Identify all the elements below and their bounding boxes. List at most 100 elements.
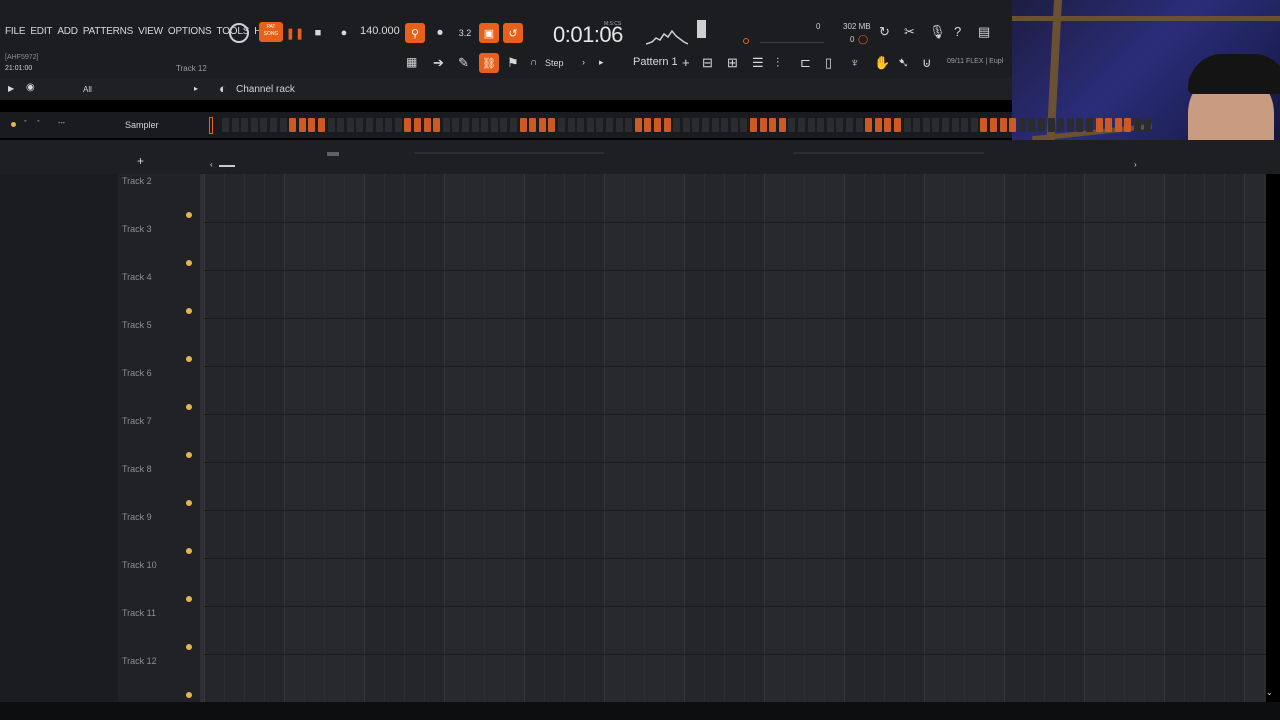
stamp-icon[interactable]: ⚑: [507, 55, 519, 71]
add-pattern-icon[interactable]: +: [682, 55, 690, 70]
menu-file[interactable]: FILE: [5, 26, 26, 37]
step-button[interactable]: [241, 118, 249, 132]
step-button[interactable]: [337, 118, 345, 132]
step-button[interactable]: [538, 118, 546, 132]
step-button[interactable]: [404, 118, 412, 132]
step-button[interactable]: [903, 118, 911, 132]
step-button[interactable]: [855, 118, 863, 132]
step-button[interactable]: [961, 118, 969, 132]
step-button[interactable]: [663, 118, 671, 132]
step-button[interactable]: [231, 118, 239, 132]
save-icon[interactable]: ▤: [978, 24, 990, 40]
step-button[interactable]: [279, 118, 287, 132]
step-button[interactable]: [1105, 118, 1113, 132]
step-button[interactable]: [788, 118, 796, 132]
playlist-icon[interactable]: ⊟: [702, 55, 713, 71]
wait-input-icon[interactable]: ⏺: [430, 23, 450, 43]
menu-edit[interactable]: EDIT: [30, 26, 52, 37]
track-name[interactable]: Track 6: [122, 368, 152, 378]
magnet-icon[interactable]: ∩: [530, 57, 537, 68]
step-button[interactable]: [894, 118, 901, 132]
step-button[interactable]: [452, 118, 460, 132]
track-name[interactable]: Track 5: [122, 320, 152, 330]
step-button[interactable]: [318, 118, 325, 132]
step-button[interactable]: [433, 118, 441, 132]
mixer-icon[interactable]: ☰: [752, 55, 764, 71]
step-button[interactable]: [346, 118, 354, 132]
step-button[interactable]: [702, 118, 709, 132]
step-button[interactable]: [366, 118, 373, 132]
pattern-selector[interactable]: Pattern 1: [633, 56, 678, 68]
channel-volume-icon[interactable]: ◦: [37, 118, 39, 125]
countdown-icon[interactable]: 3.2: [455, 23, 475, 43]
track-name[interactable]: Track 7: [122, 416, 152, 426]
step-button[interactable]: [615, 118, 623, 132]
piano-roll-view-icon[interactable]: ⫶: [776, 55, 779, 71]
step-button[interactable]: [884, 118, 892, 132]
step-button[interactable]: [721, 118, 729, 132]
step-button[interactable]: [375, 118, 383, 132]
step-button[interactable]: [308, 118, 316, 132]
track-mute-led[interactable]: [186, 260, 192, 266]
channel-led[interactable]: [11, 122, 16, 127]
step-button[interactable]: [1057, 118, 1065, 132]
step-button[interactable]: [1086, 118, 1093, 132]
step-button[interactable]: [913, 118, 921, 132]
tempo-display[interactable]: 140.000: [360, 25, 400, 37]
step-button[interactable]: [1143, 118, 1151, 132]
step-button[interactable]: [596, 118, 604, 132]
step-button[interactable]: [260, 118, 268, 132]
step-button[interactable]: [298, 118, 306, 132]
track-mute-led[interactable]: [186, 308, 192, 314]
step-button[interactable]: [654, 118, 661, 132]
step-button[interactable]: [990, 118, 997, 132]
step-button[interactable]: [289, 118, 297, 132]
step-button[interactable]: [730, 118, 738, 132]
step-button[interactable]: [634, 118, 642, 132]
browser-icon[interactable]: ⊏: [800, 55, 811, 71]
cart-icon[interactable]: ⊍: [922, 55, 932, 71]
step-button[interactable]: [1009, 118, 1017, 132]
scroll-down-icon[interactable]: ⌄: [1266, 688, 1273, 697]
channel-rack-window-icon[interactable]: ◐: [219, 81, 227, 96]
step-button[interactable]: [1066, 118, 1074, 132]
channel-pan-icon[interactable]: ◦: [24, 118, 26, 125]
track-name[interactable]: Track 11: [122, 608, 156, 618]
track-name[interactable]: Track 4: [122, 272, 152, 282]
track-splitter[interactable]: [200, 174, 204, 702]
step-button[interactable]: [759, 118, 767, 132]
rack-menu-arrow-icon[interactable]: ▶: [8, 84, 14, 93]
microphone-icon[interactable]: 🎙: [929, 24, 946, 40]
track-mute-led[interactable]: [186, 500, 192, 506]
step-button[interactable]: [500, 118, 508, 132]
rack-options-icon[interactable]: ◉: [26, 82, 35, 93]
step-button[interactable]: [385, 118, 393, 132]
track-mute-led[interactable]: [186, 452, 192, 458]
step-button[interactable]: [529, 118, 537, 132]
step-button[interactable]: [250, 118, 258, 132]
refresh-icon[interactable]: ↻: [879, 24, 890, 40]
filter-arrow-icon[interactable]: ▸: [194, 84, 198, 93]
mixer-track-number[interactable]: ---: [58, 120, 65, 127]
step-button[interactable]: [414, 118, 421, 132]
step-button[interactable]: [1038, 118, 1045, 132]
step-button[interactable]: [874, 118, 882, 132]
step-button[interactable]: [798, 118, 805, 132]
step-button[interactable]: [1028, 118, 1036, 132]
step-button[interactable]: [1124, 118, 1132, 132]
step-button[interactable]: [865, 118, 873, 132]
help-icon[interactable]: ?: [954, 24, 961, 39]
step-button[interactable]: [222, 118, 229, 132]
step-button[interactable]: [951, 118, 959, 132]
step-button[interactable]: [817, 118, 825, 132]
link-icon[interactable]: ⛓: [479, 53, 499, 73]
add-track-icon[interactable]: +: [137, 154, 144, 168]
channel-select-box[interactable]: [209, 117, 213, 134]
step-button[interactable]: [625, 118, 633, 132]
channel-filter[interactable]: All: [83, 85, 92, 94]
blend-record-icon[interactable]: ↺: [503, 23, 523, 43]
scroll-right-icon[interactable]: ›: [1134, 160, 1137, 169]
track-name[interactable]: Track 2: [122, 176, 152, 186]
step-button[interactable]: [356, 118, 364, 132]
step-button[interactable]: [586, 118, 594, 132]
